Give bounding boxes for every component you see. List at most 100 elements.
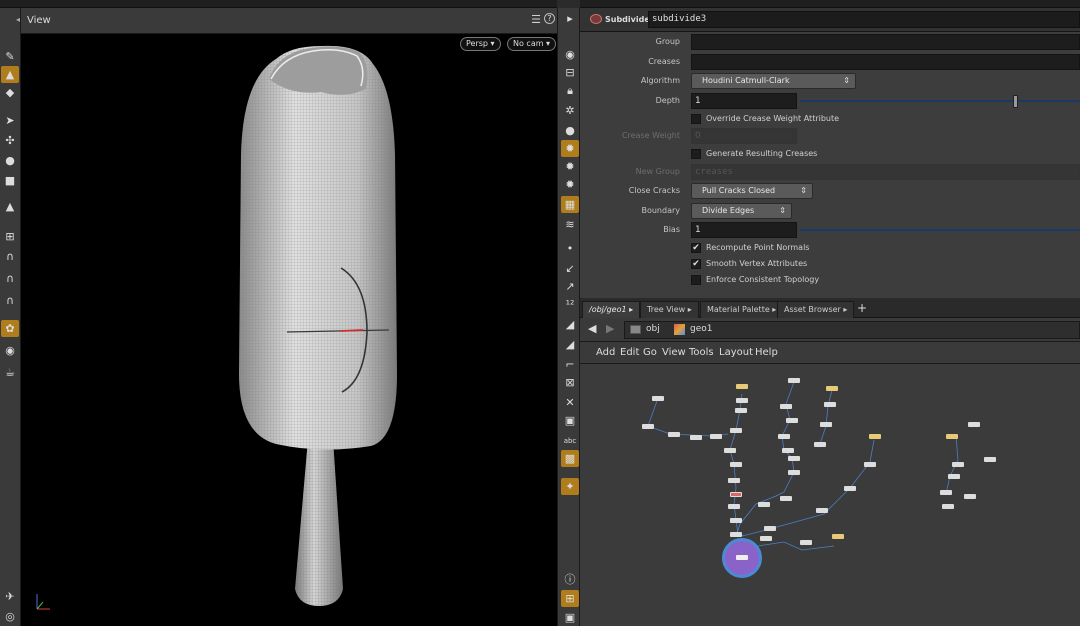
node-name-field[interactable]: subdivide3 <box>648 11 1080 28</box>
close-cracks-menu[interactable]: Pull Cracks Closed ⇕ <box>691 183 813 199</box>
menu-tools[interactable]: Tools <box>689 347 714 358</box>
network-node-null[interactable] <box>869 434 881 439</box>
vector-icon[interactable]: ↗ <box>561 278 579 295</box>
network-node[interactable] <box>952 462 964 467</box>
smooth-checkbox[interactable]: ✔ <box>691 259 701 269</box>
3d-viewport[interactable]: Persp ▾ No cam ▾ <box>21 34 557 626</box>
lights-icon[interactable]: ✹ <box>561 176 579 193</box>
brush-tool-icon[interactable]: ▲ <box>1 66 19 83</box>
tab-material-palette[interactable]: Material Palette ▸ <box>700 301 784 318</box>
network-node[interactable] <box>844 486 856 491</box>
tab-obj-geo1[interactable]: /obj/geo1 ▸ <box>582 301 641 318</box>
normal-icon[interactable]: ↙ <box>561 260 579 277</box>
scene-icon[interactable]: ▦ <box>561 196 579 213</box>
network-node[interactable] <box>652 396 664 401</box>
crease-weight-field[interactable]: 0 <box>691 128 797 144</box>
enforce-checkbox[interactable] <box>691 275 701 285</box>
paint-tool-icon[interactable]: ◆ <box>1 84 19 101</box>
pane-arrow-icon[interactable]: ◂ <box>16 15 20 24</box>
back-arrow-icon[interactable]: ◀ <box>588 322 596 335</box>
network-node[interactable] <box>735 408 747 413</box>
layers-icon[interactable]: ≋ <box>561 216 579 233</box>
network-node[interactable] <box>642 424 654 429</box>
scale-icon[interactable]: ■ <box>1 172 19 189</box>
headlight-icon[interactable]: ✹ <box>561 158 579 175</box>
network-node[interactable] <box>940 490 952 495</box>
depth-field[interactable]: 1 <box>691 93 797 109</box>
network-node-null[interactable] <box>946 434 958 439</box>
info-icon[interactable]: ⓘ <box>561 570 579 587</box>
network-node-null[interactable] <box>826 386 838 391</box>
network-node[interactable] <box>710 434 722 439</box>
network-node[interactable] <box>780 496 792 501</box>
network-node-null[interactable] <box>736 384 748 389</box>
bulb-icon[interactable]: ✦ <box>561 478 579 495</box>
add-tab-button[interactable]: + <box>857 301 867 315</box>
network-node[interactable] <box>728 478 740 483</box>
menu-go[interactable]: Go <box>643 347 657 358</box>
network-node[interactable] <box>984 457 996 462</box>
rotate-icon[interactable]: ● <box>1 152 19 169</box>
render-icon[interactable]: ☕ <box>1 364 19 381</box>
display-settings-icon[interactable]: ☰ <box>531 13 541 26</box>
network-node-error[interactable] <box>730 492 742 497</box>
uv-icon[interactable]: ⊠ <box>561 374 579 391</box>
network-node[interactable] <box>778 434 790 439</box>
quad-view-icon[interactable]: ⊞ <box>561 590 579 607</box>
prim-normal-icon[interactable]: ◢ <box>561 336 579 353</box>
path-geo1[interactable]: geo1 <box>690 324 712 334</box>
network-node[interactable] <box>788 378 800 383</box>
network-node[interactable] <box>730 462 742 467</box>
point-icon[interactable]: • <box>561 240 579 257</box>
view-tool-icon[interactable]: ✎ <box>1 48 19 65</box>
text-icon[interactable]: abc <box>561 432 579 449</box>
network-node[interactable] <box>764 526 776 531</box>
ghost-icon[interactable]: ⊟ <box>561 64 579 81</box>
network-node[interactable] <box>736 398 748 403</box>
recompute-checkbox[interactable]: ✔ <box>691 243 701 253</box>
menu-layout[interactable]: Layout <box>719 347 753 358</box>
network-node[interactable] <box>728 504 740 509</box>
lock-icon[interactable]: 🔒︎ <box>561 82 579 99</box>
depth-slider-handle[interactable] <box>1013 95 1018 108</box>
network-node[interactable] <box>758 502 770 507</box>
override-checkbox[interactable] <box>691 114 701 124</box>
menu-help[interactable]: Help <box>755 347 778 358</box>
network-node[interactable] <box>786 418 798 423</box>
display-node[interactable] <box>736 555 748 560</box>
pin-icon[interactable]: ▸ <box>561 10 579 27</box>
network-node[interactable] <box>780 404 792 409</box>
network-node[interactable] <box>730 518 742 523</box>
network-node[interactable] <box>816 508 828 513</box>
network-node[interactable] <box>782 448 794 453</box>
handle-icon[interactable]: ▲ <box>1 198 19 215</box>
view-pane-title[interactable]: View <box>27 15 51 26</box>
network-node[interactable] <box>814 442 826 447</box>
network-editor-canvas[interactable] <box>580 364 1080 626</box>
point-number-icon[interactable]: ¹² <box>561 296 579 313</box>
snap-point-icon[interactable]: ∩ <box>1 270 19 287</box>
network-node[interactable] <box>820 422 832 427</box>
shading-icon[interactable]: ✲ <box>561 102 579 119</box>
tab-asset-browser[interactable]: Asset Browser ▸ <box>777 301 855 318</box>
network-node[interactable] <box>948 474 960 479</box>
camera-icon[interactable]: ◉ <box>1 342 19 359</box>
path-obj[interactable]: obj <box>646 324 660 334</box>
network-node[interactable] <box>668 432 680 437</box>
algorithm-menu[interactable]: Houdini Catmull-Clark ⇕ <box>691 73 856 89</box>
display-options-icon[interactable]: ◎ <box>1 608 19 625</box>
network-node[interactable] <box>690 435 702 440</box>
box-icon[interactable]: ▣ <box>561 412 579 429</box>
wireframe-icon[interactable]: ● <box>561 122 579 139</box>
bias-field[interactable]: 1 <box>691 222 797 238</box>
network-node[interactable] <box>864 462 876 467</box>
lock-camera-icon[interactable]: ✈ <box>1 588 19 605</box>
creases-field[interactable] <box>691 54 1080 70</box>
forward-arrow-icon[interactable]: ▶ <box>606 322 614 335</box>
pose-icon[interactable]: ✿ <box>1 320 19 337</box>
network-node[interactable] <box>942 504 954 509</box>
visibility-icon[interactable]: ◉ <box>561 46 579 63</box>
depth-slider[interactable] <box>800 100 1080 102</box>
select-arrow-icon[interactable]: ➤ <box>1 112 19 129</box>
prim-icon[interactable]: ◢ <box>561 316 579 333</box>
